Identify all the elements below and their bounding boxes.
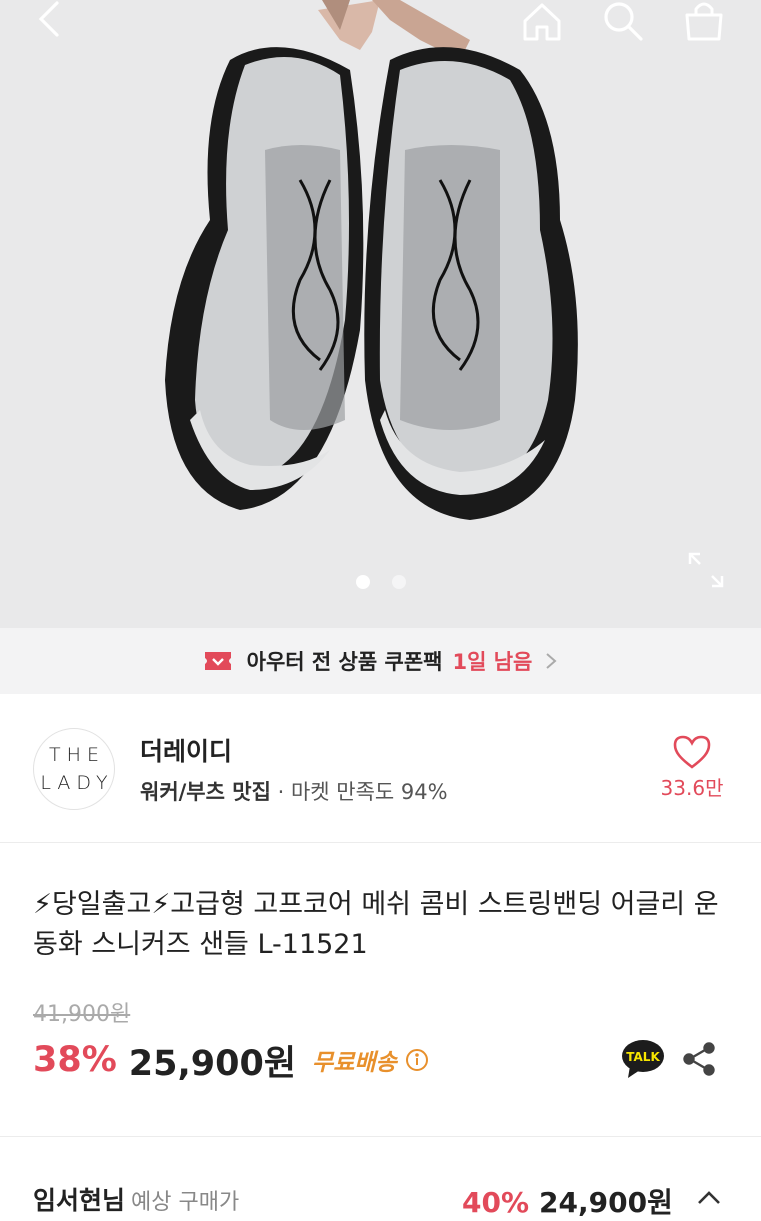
store-like-count: 33.6만 bbox=[660, 776, 724, 800]
store-logo[interactable]: THE LADY bbox=[33, 728, 115, 810]
free-shipping-label: 무료배송 bbox=[312, 1050, 397, 1076]
home-icon[interactable] bbox=[518, 0, 566, 44]
info-icon[interactable] bbox=[405, 1048, 429, 1072]
sale-price: 25,900원 bbox=[128, 1043, 297, 1084]
shopping-bag-icon[interactable] bbox=[680, 0, 728, 44]
coupon-text: 아우터 전 상품 쿠폰팩 bbox=[246, 650, 443, 674]
original-price: 41,900원 bbox=[33, 1002, 131, 1027]
chevron-right-icon bbox=[546, 653, 557, 669]
back-arrow-icon[interactable] bbox=[24, 0, 72, 44]
search-icon[interactable] bbox=[598, 0, 646, 44]
coupon-banner[interactable]: 아우터 전 상품 쿠폰팩 1일 남음 bbox=[0, 628, 761, 694]
discount-rate: 38% bbox=[33, 1040, 117, 1080]
gallery-pagination bbox=[0, 575, 761, 589]
store-name[interactable]: 더레이디 bbox=[140, 732, 232, 768]
expected-discount: 40% bbox=[462, 1186, 530, 1219]
store-tag: 워커/부츠 맛집 bbox=[140, 780, 271, 804]
coupon-deadline: 1일 남음 bbox=[452, 650, 533, 674]
store-subtitle: 워커/부츠 맛집 · 마켓 만족도 94% bbox=[140, 776, 448, 806]
kakao-talk-icon[interactable]: TALK bbox=[620, 1038, 666, 1080]
logo-line1: THE bbox=[49, 744, 105, 766]
chevron-up-icon[interactable] bbox=[695, 1187, 723, 1207]
expected-price-label: 임서현님 예상 구매가 bbox=[33, 1181, 239, 1217]
expected-price-caption: 예상 구매가 bbox=[131, 1190, 240, 1215]
product-image bbox=[165, 0, 578, 521]
expected-price-value: 40% 24,900원 bbox=[462, 1181, 673, 1221]
pagination-dot-active[interactable] bbox=[355, 575, 370, 589]
pagination-dot[interactable] bbox=[391, 575, 406, 589]
product-image-gallery[interactable] bbox=[0, 0, 761, 628]
expected-price-bar[interactable]: 임서현님 예상 구매가 40% 24,900원 bbox=[0, 1137, 761, 1219]
share-icon[interactable] bbox=[682, 1042, 716, 1076]
logo-line2: LADY bbox=[40, 772, 114, 794]
heart-icon[interactable] bbox=[672, 734, 712, 770]
coupon-ticket-icon bbox=[204, 652, 231, 670]
price-row: 38% 25,900원 무료배송 bbox=[33, 1038, 429, 1084]
top-navigation-bar bbox=[0, 0, 761, 44]
talk-label: TALK bbox=[626, 1050, 660, 1064]
product-title: ⚡당일출고⚡고급형 고프코어 메쉬 콤비 스트링밴딩 어글리 운동화 스니커즈 … bbox=[33, 889, 719, 960]
user-name: 임서현님 bbox=[33, 1186, 126, 1215]
store-satisfaction: · 마켓 만족도 94% bbox=[277, 780, 448, 804]
expected-price: 24,900원 bbox=[539, 1186, 673, 1219]
